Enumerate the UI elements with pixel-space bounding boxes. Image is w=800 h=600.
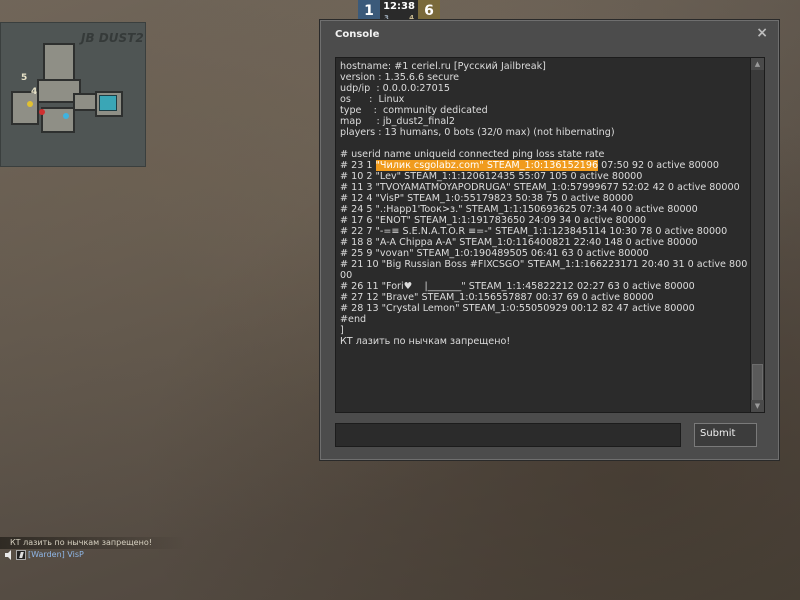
console-log-line: map : jb_dust2_final2 xyxy=(340,116,455,127)
submit-button[interactable]: Submit xyxy=(694,423,757,447)
console-log-line: #end xyxy=(340,314,367,325)
console-log-line: # 17 6 "ENOT" STEAM_1:1:191783650 24:09 … xyxy=(340,215,647,226)
minimap-pool xyxy=(99,95,117,111)
voice-speaker-name: [Warden] VisP xyxy=(28,550,84,559)
round-time: 12:38 xyxy=(383,1,415,12)
console-output[interactable]: hostname: #1 ceriel.ru [Русский Jailbrea… xyxy=(335,57,765,413)
console-log-line: # 21 10 "Big Russian Boss #FIXCSGO" STEA… xyxy=(340,259,748,281)
voice-indicator: [Warden] VisP xyxy=(4,549,84,561)
console-log-line: # 12 4 "VisP" STEAM_1:0:55179823 50:38 7… xyxy=(340,193,634,204)
console-log-text: hostname: #1 ceriel.ru [Русский Jailbrea… xyxy=(340,61,748,347)
ct-score: 1 xyxy=(358,0,380,22)
console-window: Console × hostname: #1 ceriel.ru [Русски… xyxy=(320,20,779,460)
console-log-line: udp/ip : 0.0.0.0:27015 xyxy=(340,83,450,94)
scroll-thumb[interactable] xyxy=(752,364,763,402)
console-titlebar[interactable]: Console × xyxy=(321,21,778,47)
console-log-line: # 28 13 "Crystal Lemon" STEAM_1:0:550509… xyxy=(340,303,695,314)
console-log-line: # 27 12 "Brave" STEAM_1:0:156557887 00:3… xyxy=(340,292,654,303)
console-log-line: version : 1.35.6.6 secure xyxy=(340,72,460,83)
console-command-input[interactable] xyxy=(335,423,681,447)
scroll-up-icon[interactable]: ▲ xyxy=(751,58,764,70)
console-title: Console xyxy=(335,29,380,40)
console-scrollbar[interactable]: ▲ ▼ xyxy=(750,58,764,412)
console-log-line: hostname: #1 ceriel.ru [Русский Jailbrea… xyxy=(340,61,546,72)
avatar xyxy=(16,550,26,560)
console-log-line: os : Linux xyxy=(340,94,405,105)
round-scoreboard: 1 12:38 3 4 6 xyxy=(358,0,440,22)
console-log-line: type : community dedicated xyxy=(340,105,488,116)
console-log-line: # userid name uniqueid connected ping lo… xyxy=(340,149,605,160)
close-icon[interactable]: × xyxy=(756,26,768,40)
console-log-line: # 25 9 "vovan" STEAM_1:0:190489505 06:41… xyxy=(340,248,649,259)
minimap-marker-label: 5 xyxy=(21,73,28,83)
player-marker-icon xyxy=(63,113,69,119)
console-log-line: # 23 1 "Чилик csgolabz.com" STEAM_1:0:13… xyxy=(340,160,719,171)
scroll-down-icon[interactable]: ▼ xyxy=(751,400,764,412)
console-log-line: # 11 3 "TVOYAMATMOYAPODRUGA" STEAM_1:0:5… xyxy=(340,182,740,193)
console-log-line: players : 13 humans, 0 bots (32/0 max) (… xyxy=(340,127,615,138)
map-label: JB DUST2 xyxy=(81,31,144,45)
console-log-line: # 18 8 "A-A Chippa A-A" STEAM_1:0:116400… xyxy=(340,237,698,248)
chat-message: КТ лазить по нычкам запрещено! xyxy=(0,537,185,549)
console-log-line: ] xyxy=(340,325,344,336)
radar-minimap: JB DUST2 5 4 xyxy=(0,22,146,167)
speaker-icon xyxy=(5,550,11,560)
player-marker-icon xyxy=(27,101,33,107)
console-log-line: # 24 5 ".:Happ1'Tooк>з." STEAM_1:1:15069… xyxy=(340,204,698,215)
round-timer: 12:38 3 4 xyxy=(380,0,418,22)
console-log-line xyxy=(340,138,748,149)
console-log-line: # 10 2 "Lev" STEAM_1:1:120612435 55:07 1… xyxy=(340,171,643,182)
t-score: 6 xyxy=(418,0,440,22)
minimap-room xyxy=(41,107,75,133)
console-log-line: КТ лазить по нычкам запрещено! xyxy=(340,336,511,347)
minimap-marker-label: 4 xyxy=(31,87,38,97)
player-marker-icon xyxy=(39,109,45,115)
console-log-line: # 26 11 "Fori♥ |_______" STEAM_1:1:45822… xyxy=(340,281,695,292)
highlighted-selection: "Чилик csgolabz.com" STEAM_1:0:136152196 xyxy=(375,160,599,171)
console-log-line: # 22 7 "-=≡ S.E.N.A.T.O.R ≡=-" STEAM_1:1… xyxy=(340,226,728,237)
